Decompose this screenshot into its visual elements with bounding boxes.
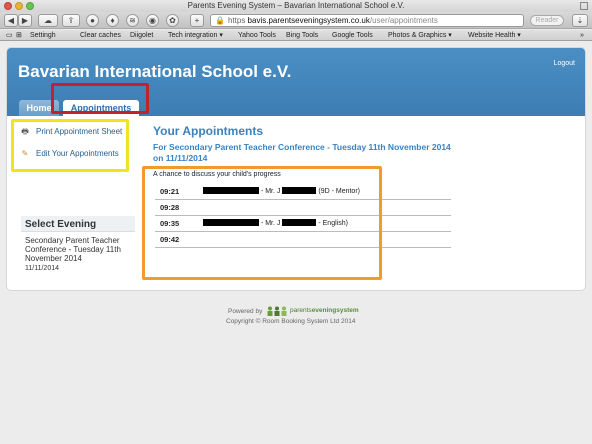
extension-4-button[interactable]: ◉ [146,14,159,27]
highlight-box-sidebar-links [11,119,129,172]
downloads-button[interactable]: ⇣ [572,14,588,27]
sidebar-toggle-icon[interactable]: ▭ [6,30,13,41]
brand-name[interactable]: parentseveningsystem [290,307,359,314]
bookmark-item[interactable]: Google Tools [332,30,373,41]
window-titlebar: Parents Evening System – Bavarian Intern… [0,0,592,12]
select-evening-heading: Select Evening [21,218,135,232]
people-logo-icon [267,306,287,316]
zoom-window-button[interactable] [26,2,34,10]
close-window-button[interactable] [4,2,12,10]
cloud-icon: ☁ [44,16,52,25]
bookmark-item[interactable]: Photos & Graphics ▾ [388,30,452,41]
forward-button[interactable]: ▶ [18,14,32,27]
bookmark-item[interactable]: Diigolet [130,30,153,41]
evening-date: 11/11/2014 [25,265,59,272]
address-bar[interactable]: 🔒 https bavis.parentseveningsystem.co.uk/… [210,14,524,27]
forward-arrow-icon: ▶ [21,16,29,25]
url-path: /user/appointments [369,16,438,25]
copyright-text: Copyright © Room Booking System Ltd 2014 [226,318,356,325]
bookmark-item[interactable]: Bing Tools [286,30,318,41]
grid-icon[interactable]: ⊞ [16,30,22,41]
extension-3-button[interactable]: ≋ [126,14,139,27]
download-icon: ⇣ [576,16,584,25]
bookmark-item[interactable]: Yahoo Tools [238,30,276,41]
bookmark-item[interactable]: Clear caches [80,30,121,41]
globe-icon: ◉ [149,16,156,25]
fullscreen-icon[interactable] [580,2,588,10]
url-scheme: https [227,16,246,25]
back-arrow-icon: ◀ [7,16,15,25]
layers-icon: ≋ [129,16,136,25]
page-title: Your Appointments [153,124,263,138]
bookmark-item[interactable]: Settingh [30,30,56,41]
extension-icon: ● [90,16,95,25]
share-icon: ⇪ [67,16,75,25]
powered-by-text: Powered by [228,308,263,315]
extension-5-button[interactable]: ✿ [166,14,179,27]
icloud-button[interactable]: ☁ [38,14,58,27]
highlight-box-appointments-tab [51,83,149,114]
extension-1-button[interactable]: ● [86,14,99,27]
minimize-window-button[interactable] [15,2,23,10]
reader-button[interactable]: Reader [530,15,564,26]
flower-icon: ✿ [169,16,176,25]
more-bookmarks-icon[interactable]: » [580,30,584,41]
back-button[interactable]: ◀ [4,14,18,27]
new-tab-button[interactable]: + [190,14,204,27]
plus-icon: + [194,16,200,25]
logout-link[interactable]: Logout [554,60,575,67]
window-title: Parents Evening System – Bavarian Intern… [187,1,405,10]
browser-toolbar: ◀ ▶ ☁ ⇪ ● ♦ ≋ ◉ ✿ + 🔒 https bavis.parents… [0,12,592,29]
url-domain: bavis.parentseveningsystem.co.uk [247,16,370,25]
pin-icon: ♦ [110,16,115,25]
school-name: Bavarian International School e.V. [18,62,292,81]
lock-icon: 🔒 [215,16,225,25]
highlight-box-appointments-list [142,166,382,280]
bookmark-item[interactable]: Tech integration ▾ [168,30,223,41]
bookmarks-bar: ▭ ⊞ Settingh Clear caches Diigolet Tech … [0,30,592,41]
extension-2-button[interactable]: ♦ [106,14,119,27]
bookmark-item[interactable]: Website Health ▾ [468,30,521,41]
share-button[interactable]: ⇪ [62,14,80,27]
conference-title: For Secondary Parent Teacher Conference … [153,142,451,163]
evening-option[interactable]: Secondary Parent Teacher Conference - Tu… [25,236,133,263]
